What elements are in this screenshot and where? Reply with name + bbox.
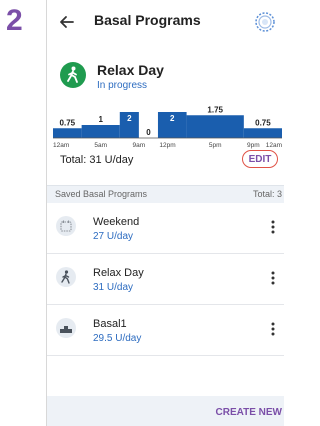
x-tick-label: 9am xyxy=(133,142,146,149)
walking-person-icon xyxy=(60,62,86,88)
basal-bars-icon xyxy=(56,318,76,338)
basal-rate-chart: 0.75 1 2 0 2 1.75 0.75 12am 5am 9am 12pm 5pm 9pm 12am xyxy=(53,105,282,149)
program-amount: 29.5 U/day xyxy=(93,333,142,344)
app-header: Basal Programs xyxy=(47,0,284,44)
footer-bar: CREATE NEW xyxy=(47,396,284,426)
list-item[interactable]: Weekend 27 U/day xyxy=(47,203,284,254)
x-tick-label: 9pm xyxy=(247,142,260,149)
basal-rate-label: 2 xyxy=(170,114,175,123)
x-tick-label: 12am xyxy=(266,142,282,149)
step-number: 2 xyxy=(6,4,23,37)
basal-rate-label: 1.75 xyxy=(207,105,223,114)
x-tick-label: 12am xyxy=(53,142,69,149)
back-arrow-icon[interactable] xyxy=(57,12,77,32)
saved-programs-header: Saved Basal Programs Total: 3 xyxy=(47,185,284,204)
basal-bar xyxy=(186,115,244,138)
calendar-icon xyxy=(56,216,76,236)
edit-button[interactable]: EDIT xyxy=(242,150,278,168)
more-options-icon[interactable] xyxy=(266,216,280,238)
basal-bar xyxy=(243,128,282,138)
basal-rate-label: 2 xyxy=(127,114,132,123)
basal-rate-label: 0 xyxy=(146,128,151,137)
active-program-total: Total: 31 U/day xyxy=(60,154,134,166)
active-program-name: Relax Day xyxy=(97,62,164,78)
x-tick-label: 5am xyxy=(94,142,107,149)
section-title: Saved Basal Programs xyxy=(55,189,148,199)
walking-person-icon xyxy=(56,267,76,287)
more-options-icon[interactable] xyxy=(266,318,280,340)
basal-rate-label: 0.75 xyxy=(255,118,271,127)
x-tick-label: 5pm xyxy=(209,142,222,149)
program-name: Relax Day xyxy=(93,267,144,279)
x-tick-label: 12pm xyxy=(159,142,175,149)
basal-bar xyxy=(81,125,120,138)
phone-screen: Basal Programs Relax Day In progress 0.7… xyxy=(46,0,284,426)
program-amount: 27 U/day xyxy=(93,231,134,242)
basal-rate-label: 1 xyxy=(98,115,103,124)
program-amount: 31 U/day xyxy=(93,282,134,293)
program-name: Basal1 xyxy=(93,318,127,330)
list-item[interactable]: Basal1 29.5 U/day xyxy=(47,305,284,356)
page-title: Basal Programs xyxy=(94,12,201,28)
active-program-status: In progress xyxy=(97,80,148,91)
pod-status-icon[interactable] xyxy=(254,11,276,33)
basal-rate-label: 0.75 xyxy=(60,118,76,127)
program-name: Weekend xyxy=(93,216,140,228)
section-total: Total: 3 xyxy=(252,189,282,199)
list-item[interactable]: Relax Day 31 U/day xyxy=(47,254,284,305)
more-options-icon[interactable] xyxy=(266,267,280,289)
create-new-button[interactable]: CREATE NEW xyxy=(216,407,282,418)
basal-bar xyxy=(53,128,82,138)
